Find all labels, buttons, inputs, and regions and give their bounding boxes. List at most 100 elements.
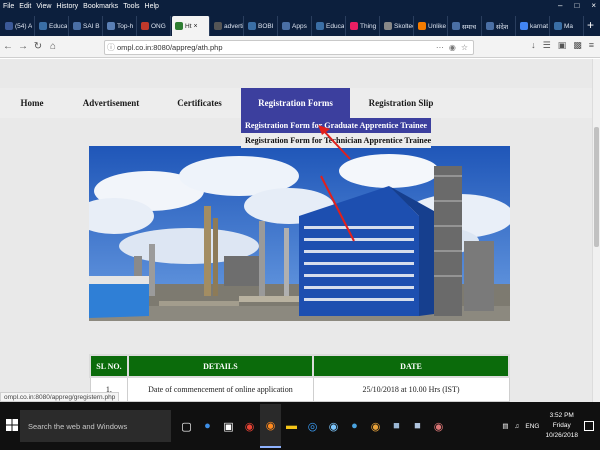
url-text[interactable]: ompl.co.in:8080/appreg/ath.php (117, 43, 436, 52)
app-icon-1[interactable]: ◎ (302, 404, 323, 448)
maximize-button[interactable]: □ (574, 0, 579, 12)
app-icon-2[interactable]: ◉ (323, 404, 344, 448)
menu-history[interactable]: History (56, 3, 78, 10)
page-actions-icon[interactable]: ⋯ (436, 43, 444, 52)
app-icon-5[interactable]: ■ (386, 404, 407, 448)
tab-favicon-icon (486, 22, 494, 30)
back-icon[interactable]: ← (1, 41, 15, 52)
taskbar-search-input[interactable]: Search the web and Windows (20, 410, 171, 442)
minimize-button[interactable]: – (558, 0, 562, 12)
menu-view[interactable]: View (36, 3, 51, 10)
browser-tab[interactable]: ONG (138, 16, 171, 36)
file-explorer-icon[interactable]: ▬ (281, 404, 302, 448)
browser-tab[interactable]: SAI B (70, 16, 103, 36)
tab-label: ONG (151, 22, 166, 30)
menu-bookmarks[interactable]: Bookmarks (83, 3, 118, 10)
system-tray: ▤ ♫ ENG 3:52 PM Friday 10/26/2018 (502, 402, 594, 450)
edge-icon[interactable]: ● (197, 404, 218, 448)
language-indicator[interactable]: ENG (525, 423, 539, 430)
browser-tab[interactable]: Educa (313, 16, 346, 36)
tab-favicon-icon (214, 22, 222, 30)
app-icon-4[interactable]: ◉ (365, 404, 386, 448)
taskbar-search-placeholder: Search the web and Windows (28, 421, 128, 431)
close-window-button[interactable]: × (591, 0, 596, 12)
forward-icon[interactable]: → (16, 41, 30, 52)
browser-tab[interactable]: Top-h (104, 16, 137, 36)
nav-certificates[interactable]: Certificates (158, 88, 241, 118)
tab-label: Thing (360, 22, 377, 30)
tab-label: Apps (292, 22, 307, 30)
task-view-icon[interactable]: ▢ (176, 404, 197, 448)
tab-favicon-icon (316, 22, 324, 30)
screenshot-icon[interactable]: ▩ (573, 40, 582, 51)
tab-favicon-icon (141, 22, 149, 30)
firefox-icon[interactable]: ◉ (260, 404, 281, 448)
new-tab-button[interactable]: + (587, 18, 594, 32)
tab-label: advertisem (224, 22, 243, 30)
browser-tab[interactable]: संदेश (483, 16, 516, 36)
reload-icon[interactable]: ↻ (31, 41, 45, 52)
tab-label: समाच (462, 23, 477, 31)
browser-tab[interactable]: advertisem (211, 16, 244, 36)
home-icon[interactable]: ⌂ (46, 41, 60, 52)
tab-label: BOBI (258, 22, 274, 30)
tab-favicon-icon (39, 22, 47, 30)
library-icon[interactable]: ☰ (543, 40, 551, 51)
tab-favicon-icon (282, 22, 290, 30)
browser-tab[interactable]: Thing (347, 16, 380, 36)
action-center-icon[interactable] (584, 421, 594, 431)
tab-label: Ma (564, 22, 574, 30)
browser-tab[interactable]: karnat (517, 16, 550, 36)
windows-start-icon[interactable] (6, 419, 18, 431)
nav-registration-forms[interactable]: Registration Forms (241, 88, 350, 118)
app-icon-6[interactable]: ■ (407, 404, 428, 448)
chrome-icon[interactable]: ◉ (239, 404, 260, 448)
app-icon-7[interactable]: ◉ (428, 404, 449, 448)
header-details: DETAILS (126, 354, 315, 378)
tab-label: संदेश (496, 23, 509, 31)
hamburger-menu-icon[interactable]: ≡ (589, 40, 594, 51)
page-content: Home Advertisement Certificates Registra… (0, 59, 592, 402)
nav-registration-slip[interactable]: Registration Slip (350, 88, 452, 118)
tab-strip: (54) A Educa SAI B Top-h ONG Ht× advertisem BOB… (0, 12, 600, 36)
sidebar-icon[interactable]: ▣ (558, 40, 567, 51)
network-icon[interactable]: ▤ (502, 422, 508, 430)
tab-favicon-icon (520, 22, 528, 30)
scrollbar-thumb[interactable] (594, 127, 599, 247)
pocket-icon[interactable]: ◉ (449, 43, 456, 52)
browser-tab[interactable]: समाच (449, 16, 482, 36)
browser-tab[interactable]: Ht × (172, 16, 210, 36)
menu-edit[interactable]: Edit (19, 3, 31, 10)
bookmark-star-icon[interactable]: ☆ (461, 43, 468, 52)
menu-bar: File Edit View History Bookmarks Tools H… (0, 0, 600, 12)
toolbar-icons: ↓ ☰ ▣ ▩ ≡ (531, 40, 594, 51)
site-info-icon[interactable]: ⓘ (105, 42, 117, 53)
tab-favicon-icon (5, 22, 13, 30)
browser-tab[interactable]: Unlike (415, 16, 448, 36)
volume-icon[interactable]: ♫ (514, 423, 519, 430)
tab-close-icon[interactable]: × (194, 23, 198, 30)
cell-details: Date of commencement of online applicati… (127, 376, 314, 402)
clock-day: Friday (552, 422, 571, 429)
address-bar[interactable]: ⓘ ompl.co.in:8080/appreg/ath.php ⋯ ◉ ☆ (104, 40, 474, 55)
page-scrollbar[interactable] (592, 59, 600, 402)
nav-advertisement[interactable]: Advertisement (64, 88, 158, 118)
status-url: ompl.co.in:8080/appreg/gregistern.php (0, 392, 120, 402)
menu-file[interactable]: File (3, 3, 14, 10)
app-icon-3[interactable]: ● (344, 404, 365, 448)
tab-favicon-icon (73, 22, 81, 30)
tab-label: karnat (530, 22, 549, 30)
clock[interactable]: 3:52 PM Friday 10/26/2018 (545, 411, 578, 441)
browser-tab[interactable]: (54) A (2, 16, 35, 36)
tab-label: Educa (326, 22, 345, 30)
browser-tab[interactable]: Apps (279, 16, 312, 36)
browser-tab[interactable]: BOBI (245, 16, 278, 36)
menu-help[interactable]: Help (145, 3, 159, 10)
browser-tab[interactable]: Ma (551, 16, 584, 36)
browser-tab[interactable]: Skoltec (381, 16, 414, 36)
browser-tab[interactable]: Educa (36, 16, 69, 36)
store-icon[interactable]: ▣ (218, 404, 239, 448)
menu-tools[interactable]: Tools (123, 3, 139, 10)
nav-home[interactable]: Home (0, 88, 64, 118)
download-icon[interactable]: ↓ (531, 40, 536, 51)
